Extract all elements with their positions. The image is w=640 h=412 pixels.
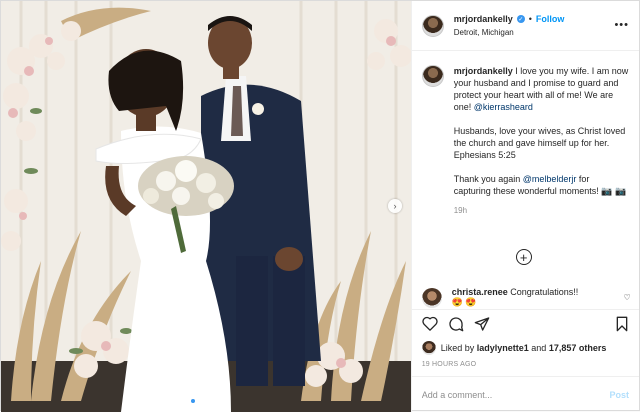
location-link[interactable]: Detroit, Michigan <box>454 28 565 37</box>
comment-body: Congratulations!! <box>507 287 579 297</box>
comment-emoji-line: 😍 😍 <box>451 297 477 307</box>
author-username[interactable]: mrjordankelly <box>454 14 513 24</box>
liker-username[interactable]: ladylynette1 <box>477 343 529 353</box>
caption-username[interactable]: mrjordankelly <box>454 66 513 76</box>
comment-item: christa.renee Congratulations!! 😍 😍 ♡ <box>421 287 631 308</box>
comment-like-icon[interactable]: ♡ <box>624 293 631 302</box>
commenter-username[interactable]: christa.renee <box>452 287 508 297</box>
instagram-post-modal: ‹ › mrjordankelly ✓ • Follow Detroit, Mi… <box>0 0 640 412</box>
comments-section: mrjordankelly I love you my wife. I am n… <box>412 51 639 309</box>
heart-icon[interactable] <box>422 316 438 331</box>
follow-button[interactable]: Follow <box>536 14 565 24</box>
post-side-panel: mrjordankelly ✓ • Follow Detroit, Michig… <box>410 1 639 412</box>
post-header: mrjordankelly ✓ • Follow Detroit, Michig… <box>411 1 639 51</box>
comment-input[interactable] <box>421 389 592 400</box>
carousel-dot <box>198 399 202 403</box>
carousel-dot <box>219 399 223 403</box>
carousel-dot <box>212 399 216 403</box>
verified-badge-icon: ✓ <box>516 15 525 23</box>
action-bar <box>411 309 639 337</box>
share-icon[interactable] <box>474 316 490 332</box>
caption-thanks: Thank you again <box>453 174 523 184</box>
carousel-indicator <box>191 399 223 403</box>
post-comment-button[interactable]: Post <box>609 390 629 400</box>
carousel-dot <box>191 399 195 403</box>
mention-link[interactable]: @melbelderjr <box>523 174 577 184</box>
wedding-photo-illustration <box>1 1 411 412</box>
post-photo[interactable]: ‹ › <box>1 1 411 412</box>
caption-timestamp[interactable]: 19h <box>454 205 629 217</box>
liker-avatar[interactable] <box>421 341 436 355</box>
caption: mrjordankelly I love you my wife. I am n… <box>421 65 629 217</box>
mention-link[interactable]: @kierrasheard <box>474 102 533 112</box>
separator-dot: • <box>528 14 532 24</box>
caption-avatar[interactable] <box>421 65 444 87</box>
add-comment-bar: Post <box>411 376 639 412</box>
bookmark-icon[interactable] <box>615 316 629 332</box>
carousel-dot <box>205 399 209 403</box>
commenter-avatar[interactable] <box>421 287 442 308</box>
chevron-right-icon: › <box>393 201 397 211</box>
carousel-next-button[interactable]: › <box>388 199 402 213</box>
avatar[interactable] <box>421 14 444 37</box>
comment-icon[interactable] <box>448 316 464 332</box>
plus-circle-icon[interactable]: + <box>515 249 532 265</box>
header-text: mrjordankelly ✓ • Follow Detroit, Michig… <box>454 14 565 37</box>
likes-prefix: Liked by <box>440 343 477 353</box>
likes-middle: and <box>528 343 549 353</box>
post-timestamp[interactable]: 19 HOURS AGO <box>412 355 639 376</box>
caption-verse: Husbands, love your wives, as Christ lov… <box>453 126 626 160</box>
likes-summary: Liked by ladylynette1 and 17,857 others <box>412 337 639 355</box>
comment-text: christa.renee Congratulations!! 😍 😍 <box>452 287 614 308</box>
caption-text: mrjordankelly I love you my wife. I am n… <box>454 65 629 217</box>
likes-count[interactable]: 17,857 others <box>549 343 607 353</box>
header-top-line: mrjordankelly ✓ • Follow <box>454 14 565 24</box>
more-options-icon[interactable]: ••• <box>614 19 629 31</box>
